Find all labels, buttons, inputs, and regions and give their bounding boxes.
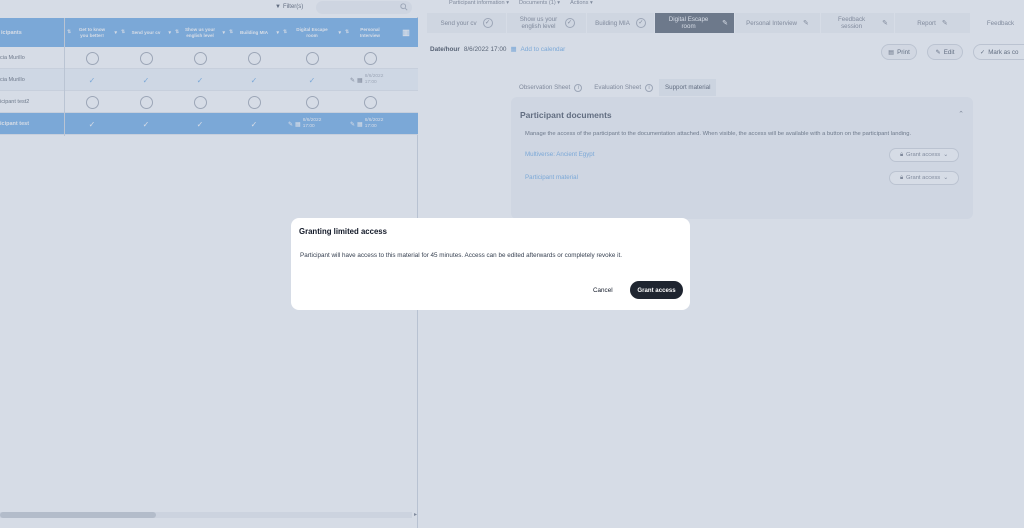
app-root: ▼ Filter(s) icipants ⇅ Get to know you be… [0, 0, 1024, 528]
grant-access-button[interactable]: Grant access [630, 281, 683, 299]
cancel-button[interactable]: Cancel [593, 282, 613, 298]
modal-message: Participant will have access to this mat… [300, 252, 622, 259]
grant-access-modal: Granting limited access Participant will… [291, 218, 690, 310]
modal-title: Granting limited access [299, 227, 387, 236]
